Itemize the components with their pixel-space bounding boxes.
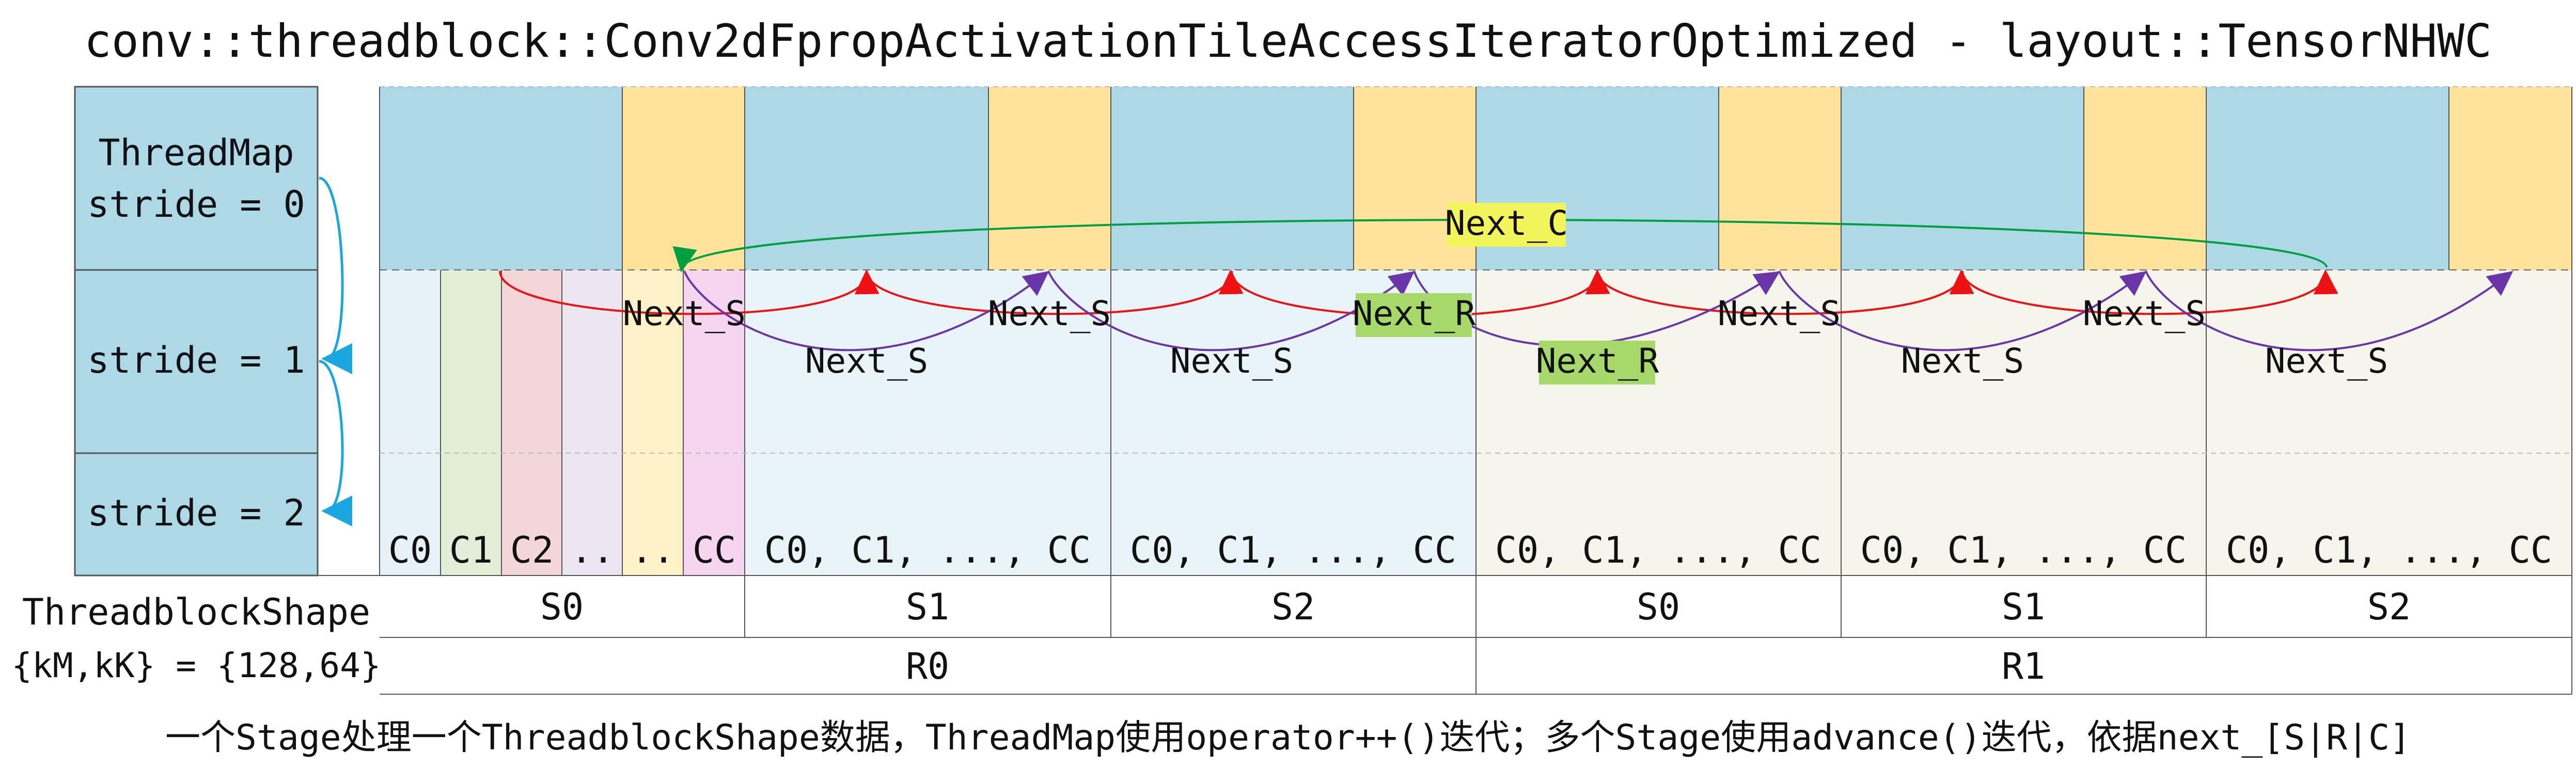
next-r-label: Next_R (1536, 341, 1659, 381)
stage-tile-blue (1841, 87, 2084, 270)
channel-group-label: C0, C1, ..., CC (1495, 529, 1821, 571)
stage-tile-yellow (1719, 87, 1841, 270)
channel-label: C1 (449, 529, 493, 571)
stage-tile-yellow (622, 87, 745, 270)
channel-group-label: C0, C1, ..., CC (2226, 529, 2552, 571)
next-r-label: Next_R (1353, 294, 1476, 333)
next-s-label: Next_S (988, 294, 1111, 333)
stride-0-label: stride = 0 (87, 183, 305, 226)
channel-label: C2 (510, 529, 554, 571)
next-c-label: Next_C (1445, 203, 1568, 243)
next-s-label: Next_S (1718, 294, 1841, 333)
thread-map-column: ThreadMap stride = 0 stride = 1 stride =… (74, 86, 353, 577)
stage-s-label: S0 (1637, 586, 1680, 628)
channel-label: .. (631, 529, 674, 571)
next-s-label: Next_S (623, 294, 746, 333)
diagram-caption: 一个Stage处理一个ThreadblockShape数据，ThreadMap使… (165, 717, 2411, 758)
stage-tile-blue (1111, 87, 1354, 270)
stage-r-label: R1 (2002, 645, 2045, 687)
next-s-label: Next_S (1901, 341, 2024, 381)
stage-s-label: S1 (2002, 586, 2045, 628)
stride-1-label: stride = 1 (87, 339, 305, 381)
channel-label: C0 (388, 529, 432, 571)
diagram-title: conv::threadblock::Conv2dFpropActivation… (84, 14, 2492, 68)
stage-tile-yellow (2084, 87, 2206, 270)
channel-group-label: C0, C1, ..., CC (1130, 529, 1456, 571)
next-s-label: Next_S (805, 341, 928, 381)
stride-arrow-1-to-2 (319, 360, 353, 526)
thread-map-label: ThreadMap (98, 132, 294, 174)
stage-s-label: S0 (540, 586, 584, 628)
iterator-diagram: conv::threadblock::Conv2dFpropActivation… (11, 14, 2572, 758)
tile-panel: C0 C1 C2 .. .. CC C0, C1, ..., CC C0, C1… (318, 86, 2572, 695)
stage-s-label: S2 (2367, 586, 2411, 628)
threadblock-shape-label: ThreadblockShape (22, 591, 370, 633)
stride-arrow-0-to-1 (319, 177, 353, 374)
channel-label: .. (571, 529, 614, 571)
stage-tile-yellow (988, 87, 1111, 270)
channel-label: CC (693, 529, 736, 571)
stage-r-label: R0 (906, 645, 949, 687)
next-s-label: Next_S (2265, 341, 2388, 381)
stage-tile-yellow (2449, 87, 2572, 270)
thread-map-stride0-cell (74, 86, 319, 271)
stage-tile-blue (2206, 87, 2449, 270)
channel-group-label: C0, C1, ..., CC (1860, 529, 2187, 571)
stride-2-label: stride = 2 (87, 492, 305, 534)
stage-s-label: S1 (906, 586, 949, 628)
stage-s-label: S2 (1271, 586, 1315, 628)
channel-group-label: C0, C1, ..., CC (764, 529, 1091, 571)
next-s-label: Next_S (2083, 294, 2206, 333)
threadblock-shape-value: {kM,kK} = {128,64} (11, 646, 381, 685)
stage-tile-blue (380, 87, 622, 270)
next-s-label: Next_S (1170, 341, 1293, 381)
